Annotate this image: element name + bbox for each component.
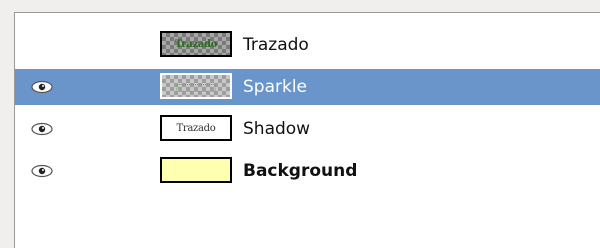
layer-name-trazado[interactable]: Trazado bbox=[243, 27, 309, 63]
background-layer-thumbnail[interactable] bbox=[160, 157, 232, 183]
eye-icon[interactable] bbox=[30, 122, 54, 136]
thumbnail-text: Trazado bbox=[176, 122, 216, 134]
layers-list[interactable]: Trazado Trazado Sparkle Trazado Shadow B… bbox=[14, 12, 600, 248]
shadow-layer-thumbnail[interactable]: Trazado bbox=[160, 115, 232, 141]
sparkle-glow-mark bbox=[176, 84, 216, 92]
layer-name-shadow[interactable]: Shadow bbox=[243, 111, 310, 147]
layer-row-trazado[interactable]: Trazado Trazado bbox=[15, 27, 600, 63]
panel-top-strip bbox=[0, 0, 600, 12]
layer-name-background[interactable]: Background bbox=[243, 153, 357, 189]
layer-name-sparkle[interactable]: Sparkle bbox=[243, 69, 307, 105]
layer-row-shadow[interactable]: Trazado Shadow bbox=[15, 111, 600, 147]
sparkle-layer-thumbnail[interactable] bbox=[160, 73, 232, 99]
visibility-toggle-empty[interactable] bbox=[30, 38, 54, 52]
thumbnail-text: Trazado bbox=[174, 38, 218, 50]
eye-icon[interactable] bbox=[30, 164, 54, 178]
eye-icon[interactable] bbox=[30, 80, 54, 94]
layer-row-background[interactable]: Background bbox=[15, 153, 600, 189]
layer-row-sparkle[interactable]: Sparkle bbox=[15, 69, 600, 105]
text-layer-thumbnail[interactable]: Trazado bbox=[160, 31, 232, 57]
